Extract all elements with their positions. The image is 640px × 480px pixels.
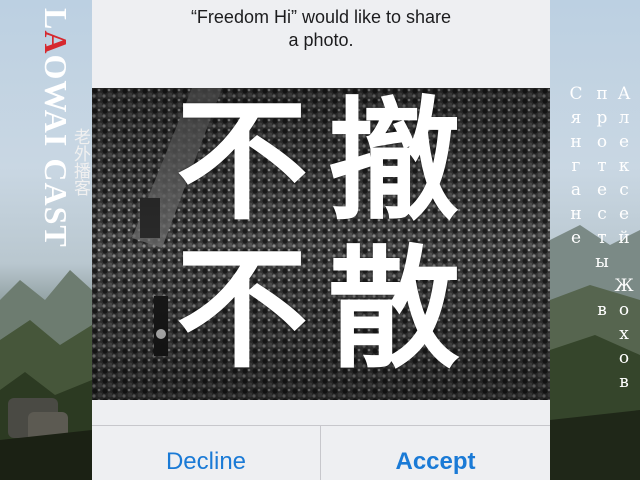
right-background-panel: Алексей Жохов протесты в Сянгане bbox=[550, 0, 640, 480]
logo-chinese-text: 老外播客 bbox=[70, 128, 90, 196]
russian-caption-line-3: Сянгане bbox=[566, 84, 586, 252]
laowaicast-logo: LAOWAI CAST 老外播客 bbox=[14, 8, 90, 248]
accept-button[interactable]: Accept bbox=[321, 426, 550, 480]
slogan-char-top-left: 不 bbox=[176, 88, 308, 239]
slogan-char-bottom-left: 不 bbox=[176, 233, 308, 387]
russian-caption-line-1: Алексей Жохов bbox=[614, 84, 634, 396]
shared-photo-preview: 不 撤 不 散 bbox=[92, 88, 550, 400]
slogan-char-bottom-right: 散 bbox=[328, 233, 460, 387]
screen: LAOWAI CAST 老外播客 Алексей Жохов протесты … bbox=[0, 0, 640, 480]
left-background-panel: LAOWAI CAST 老外播客 bbox=[0, 0, 92, 480]
alert-title-line-2: a photo. bbox=[288, 30, 354, 50]
logo-word-laowai: LAOWAI bbox=[38, 8, 74, 148]
protest-crowd-image bbox=[92, 88, 550, 400]
slogan-char-top-right: 撤 bbox=[328, 88, 460, 239]
alert-title-line-1: “Freedom Hi” would like to share bbox=[190, 7, 452, 27]
alert-title: “Freedom Hi” would like to share a photo… bbox=[92, 6, 550, 52]
share-photo-alert: “Freedom Hi” would like to share a photo… bbox=[92, 0, 550, 480]
russian-caption-line-2: протесты в bbox=[592, 84, 612, 324]
decline-button[interactable]: Decline bbox=[92, 426, 320, 480]
phone-screen: “Freedom Hi” would like to share a photo… bbox=[92, 0, 550, 480]
